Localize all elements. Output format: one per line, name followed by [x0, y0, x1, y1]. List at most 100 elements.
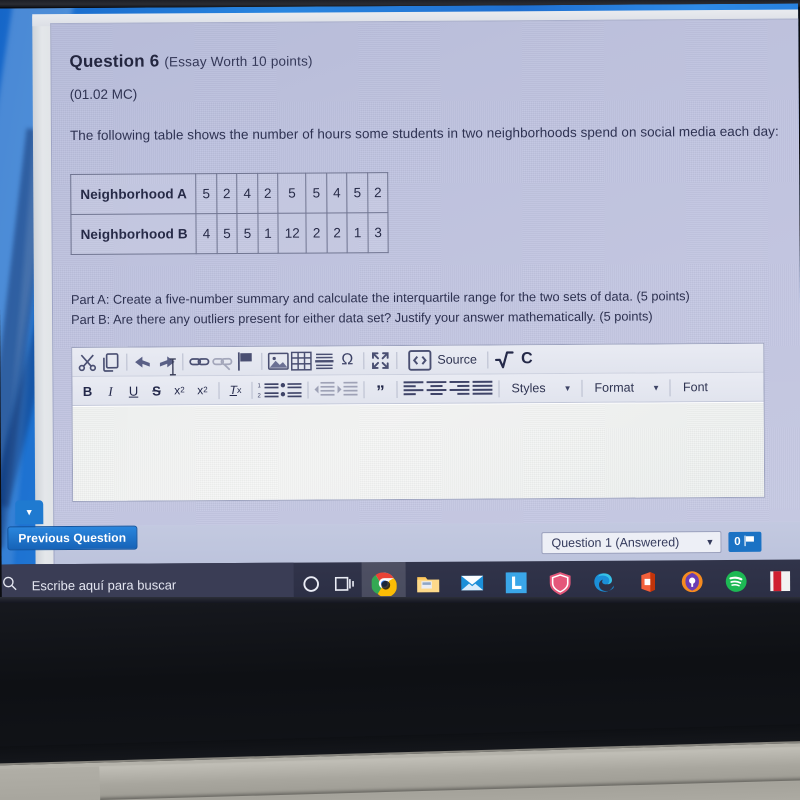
- question-points: (Essay Worth 10 points): [164, 53, 313, 70]
- taskbar-app-extra[interactable]: [758, 560, 800, 602]
- chevron-down-icon: ▼: [24, 507, 34, 518]
- taskbar-app-spotify[interactable]: [714, 560, 758, 602]
- format-label: Format: [594, 380, 635, 395]
- question-code: (01.02 MC): [69, 86, 138, 103]
- toolbar-separator: [486, 350, 488, 368]
- bulleted-list-icon[interactable]: [280, 379, 302, 401]
- undo-icon[interactable]: [132, 351, 154, 373]
- editor-toolbar-row-2: B I U S x2 x2 Tx 1 2 ” Styles ▼ Format ▼…: [72, 372, 764, 407]
- flag-count: 0: [734, 535, 741, 548]
- row-label: Neighborhood B: [70, 213, 197, 255]
- flag-badge[interactable]: 0: [728, 531, 762, 552]
- cell: 1: [347, 212, 368, 253]
- align-center-icon[interactable]: [425, 378, 447, 400]
- chevron-down-icon: ▼: [652, 382, 661, 392]
- windows-taskbar: Escribe aquí para buscar: [1, 559, 800, 603]
- mcafee-shield-icon: [549, 571, 571, 595]
- italic-icon[interactable]: I: [99, 380, 121, 402]
- taskbar-app-list: [361, 560, 800, 603]
- editor-content-area[interactable]: [72, 401, 765, 502]
- special-character-icon[interactable]: Ω: [336, 349, 358, 371]
- search-placeholder: Escribe aquí para buscar: [31, 576, 177, 593]
- toolbar-separator: [669, 378, 672, 396]
- edge-icon: [593, 572, 614, 592]
- remove-format-icon[interactable]: Tx: [224, 379, 246, 401]
- toolbar-separator: [363, 351, 365, 369]
- laptop-photo: Question 6 (Essay Worth 10 points) (01.0…: [0, 0, 800, 800]
- flag-icon: [744, 534, 756, 549]
- row-label: Neighborhood A: [70, 173, 197, 215]
- cell: 2: [306, 212, 327, 254]
- previous-question-label: Previous Question: [18, 530, 127, 546]
- cell: 12: [278, 213, 307, 254]
- image-icon[interactable]: [267, 350, 289, 372]
- copy-icon[interactable]: [99, 351, 121, 373]
- toolbar-separator: [498, 379, 500, 397]
- cell: 5: [277, 173, 307, 214]
- chemistry-formula-icon[interactable]: C: [516, 348, 538, 370]
- table-icon[interactable]: [290, 350, 312, 372]
- strikethrough-icon[interactable]: S: [145, 379, 167, 401]
- office-icon: [640, 571, 655, 592]
- table-row: Neighborhood A 5 2 4 2 5 5 4 5 2: [70, 172, 389, 215]
- toolbar-separator: [581, 379, 583, 397]
- maximize-icon[interactable]: [369, 349, 391, 371]
- underline-icon[interactable]: U: [122, 380, 144, 402]
- font-dropdown[interactable]: Font: [676, 376, 713, 398]
- svg-text:2: 2: [258, 393, 262, 399]
- cell: 2: [216, 173, 238, 214]
- spotify-icon: [725, 570, 747, 592]
- unlink-icon[interactable]: [211, 350, 233, 372]
- cell: 5: [305, 172, 327, 214]
- source-code-icon: [407, 347, 432, 372]
- subscript-icon[interactable]: x2: [168, 379, 190, 401]
- data-table: Neighborhood A 5 2 4 2 5 5 4 5 2 Neighbo…: [70, 172, 389, 256]
- align-left-icon[interactable]: [402, 378, 424, 400]
- cell: 5: [216, 213, 238, 254]
- font-label: Font: [682, 380, 709, 395]
- cell: 4: [236, 173, 258, 214]
- cell: 3: [367, 212, 389, 253]
- horizontal-rule-icon[interactable]: [313, 349, 335, 371]
- source-button[interactable]: Source: [402, 349, 482, 371]
- cell: 1: [257, 213, 279, 254]
- collapse-panel-toggle[interactable]: ▼: [15, 500, 44, 525]
- format-dropdown[interactable]: Format ▼: [587, 376, 665, 398]
- styles-dropdown[interactable]: Styles ▼: [504, 377, 576, 399]
- cell: 5: [195, 173, 217, 214]
- align-right-icon[interactable]: [448, 378, 470, 400]
- question-navigation: Question 1 (Answered) ▼ 0: [541, 531, 762, 555]
- part-b-text: Part B: Are there any outliers present f…: [71, 308, 653, 328]
- question-select[interactable]: Question 1 (Answered) ▼: [541, 531, 722, 555]
- toolbar-separator: [307, 381, 309, 399]
- question-intro: The following table shows the number of …: [69, 123, 779, 144]
- math-formula-icon[interactable]: [493, 348, 515, 370]
- increase-indent-icon[interactable]: [336, 378, 358, 400]
- toolbar-separator: [396, 351, 398, 369]
- blockquote-icon[interactable]: ”: [369, 378, 391, 401]
- link-icon[interactable]: [188, 350, 210, 372]
- cell: 5: [346, 172, 368, 213]
- previous-question-button[interactable]: Previous Question: [7, 525, 138, 551]
- mouse-cursor-ibeam: [168, 357, 177, 376]
- cell: 2: [257, 173, 279, 214]
- chrome-icon: [371, 572, 397, 596]
- justify-icon[interactable]: [471, 377, 493, 399]
- chevron-down-icon: ▼: [563, 383, 572, 393]
- toolbar-separator: [251, 381, 253, 399]
- avast-icon: [681, 570, 703, 592]
- toolbar-separator: [396, 380, 398, 398]
- extra-app-icon: [769, 570, 790, 591]
- chevron-down-icon: ▼: [705, 537, 715, 548]
- assessment-page: Question 6 (Essay Worth 10 points) (01.0…: [50, 18, 800, 569]
- anchor-flag-icon[interactable]: [234, 350, 256, 372]
- superscript-icon[interactable]: x2: [191, 379, 213, 401]
- search-icon: [2, 575, 18, 595]
- bold-icon[interactable]: B: [76, 380, 98, 402]
- styles-label: Styles: [511, 381, 546, 396]
- source-label: Source: [437, 352, 477, 367]
- decrease-indent-icon[interactable]: [313, 378, 335, 400]
- numbered-list-icon[interactable]: 1 2: [257, 379, 279, 401]
- cut-icon[interactable]: [76, 351, 98, 373]
- svg-text:1: 1: [257, 383, 261, 389]
